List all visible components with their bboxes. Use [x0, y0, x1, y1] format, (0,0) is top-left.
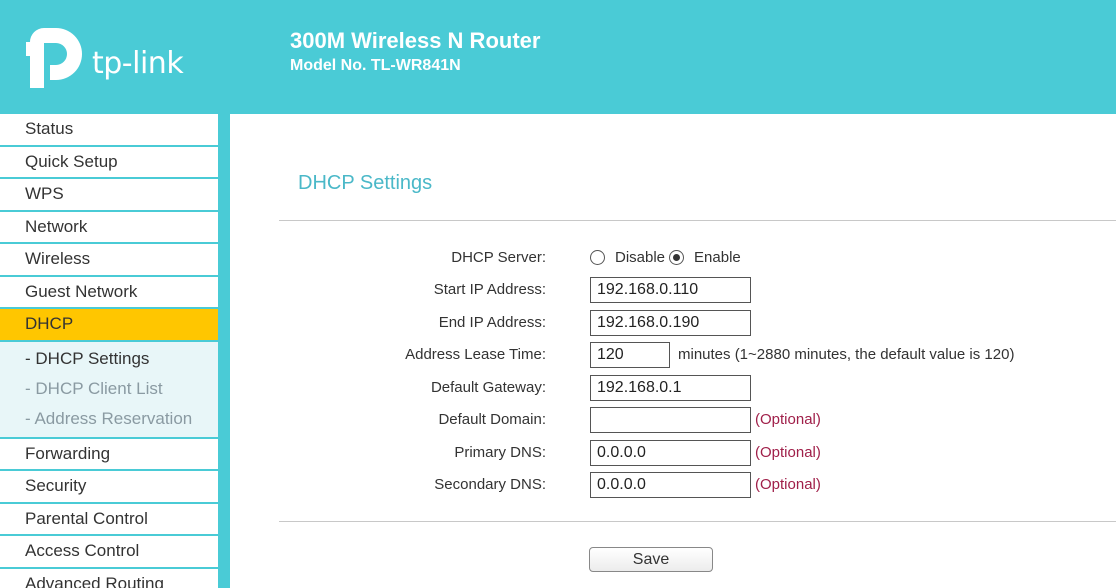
sidebar-item-security[interactable]: Security	[0, 471, 218, 502]
sidebar-item-wireless[interactable]: Wireless	[0, 244, 218, 275]
sidebar-item-access-control[interactable]: Access Control	[0, 536, 218, 567]
secondary-dns-optional-note: (Optional)	[755, 476, 821, 493]
sidebar-item-dhcp[interactable]: DHCP	[0, 309, 218, 340]
sidebar-item-quick-setup[interactable]: Quick Setup	[0, 146, 218, 177]
product-title: 300M Wireless N Router	[290, 28, 541, 53]
title-divider	[279, 220, 1116, 221]
page-title: DHCP Settings	[298, 172, 433, 194]
sidebar-item-status[interactable]: Status	[0, 114, 218, 145]
secondary-dns-label: Secondary DNS:	[434, 476, 546, 493]
dhcp-disable-radio[interactable]	[590, 250, 605, 265]
sidebar-item-guest-network[interactable]: Guest Network	[0, 276, 218, 307]
start-ip-row: Start IP Address:	[280, 277, 1116, 305]
primary-dns-label: Primary DNS:	[454, 444, 546, 461]
domain-optional-note: (Optional)	[755, 411, 821, 428]
domain-input[interactable]	[590, 407, 751, 433]
lease-time-row: Address Lease Time: minutes (1~2880 minu…	[280, 342, 1116, 370]
logo-text: tp-link	[92, 46, 184, 81]
end-ip-row: End IP Address:	[280, 310, 1116, 338]
lease-time-hint: minutes (1~2880 minutes, the default val…	[678, 346, 1015, 363]
primary-dns-row: Primary DNS: (Optional)	[280, 440, 1116, 468]
domain-row: Default Domain: (Optional)	[280, 407, 1116, 435]
sidebar-item-parental-control[interactable]: Parental Control	[0, 503, 218, 534]
header-bar: tp-link 300M Wireless N Router Model No.…	[0, 0, 1116, 114]
gateway-input[interactable]	[590, 375, 751, 401]
lease-time-input[interactable]	[590, 342, 670, 368]
dhcp-enable-radio[interactable]	[669, 250, 685, 265]
start-ip-input[interactable]	[590, 277, 751, 303]
dhcp-server-row: DHCP Server: Disable Enable	[280, 245, 1116, 273]
secondary-dns-row: Secondary DNS: (Optional)	[280, 472, 1116, 500]
primary-dns-input[interactable]	[590, 440, 751, 466]
end-ip-input[interactable]	[590, 310, 751, 336]
dhcp-server-label: DHCP Server:	[451, 249, 546, 266]
domain-label: Default Domain:	[438, 411, 546, 428]
sidebar-item-network[interactable]: Network	[0, 211, 218, 242]
sidebar-item-forwarding[interactable]: Forwarding	[0, 438, 218, 469]
model-number: Model No. TL-WR841N	[290, 57, 461, 74]
dhcp-server-radio-group: Disable Enable	[590, 249, 745, 266]
dhcp-submenu: - DHCP Settings - DHCP Client List - Add…	[0, 341, 218, 437]
sidebar-item-wps[interactable]: WPS	[0, 179, 218, 210]
start-ip-label: Start IP Address:	[433, 281, 546, 298]
submenu-item-dhcp-settings[interactable]: - DHCP Settings	[0, 344, 218, 374]
submenu-item-dhcp-client-list[interactable]: - DHCP Client List	[0, 374, 218, 404]
gateway-label: Default Gateway:	[430, 379, 546, 396]
lease-time-label: Address Lease Time:	[405, 346, 546, 363]
primary-dns-optional-note: (Optional)	[755, 444, 821, 461]
save-button[interactable]: Save	[589, 547, 713, 572]
dhcp-disable-label: Disable	[615, 249, 666, 266]
sidebar-item-advanced-routing[interactable]: Advanced Routing	[0, 568, 218, 588]
submenu-item-address-reservation[interactable]: - Address Reservation	[0, 404, 218, 434]
dhcp-enable-label: Enable	[694, 249, 741, 266]
form-divider	[279, 521, 1116, 522]
secondary-dns-input[interactable]	[590, 472, 751, 498]
end-ip-label: End IP Address:	[438, 314, 546, 331]
sidebar-menu: Status Quick Setup WPS Network Wireless …	[0, 114, 218, 588]
gateway-row: Default Gateway:	[280, 375, 1116, 403]
